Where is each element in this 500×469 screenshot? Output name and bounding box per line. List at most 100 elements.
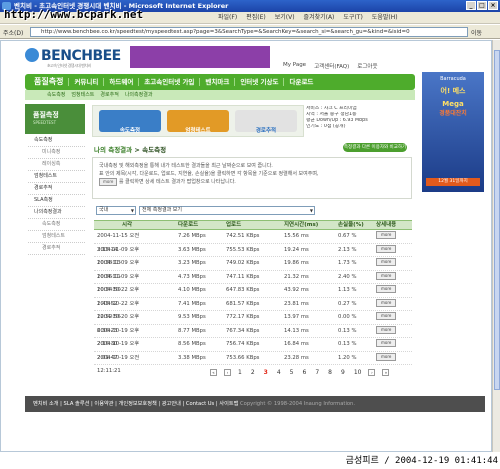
menu-file[interactable]: 파일(F) [218,12,237,24]
more-button[interactable]: more [376,258,397,266]
faq-link[interactable]: 고객센터(FAQ) [314,62,349,70]
more-button[interactable]: more [376,312,397,320]
cell-time: 2004-11-09 오후 10:34:50 [97,273,140,294]
description-line: more 를 클릭하면 상세 테스트 결과가 팝업창으로 나타납니다. [99,178,405,186]
more-button[interactable]: more [376,298,397,307]
menu-help[interactable]: 도움말(H) [372,12,398,24]
cell-download: 4.73 MBps [178,273,206,280]
description-line: 표 안의 제목(시각, 다운로드, 업로드, 지연율, 손실율)을 클릭하면 각… [99,171,319,177]
footer-links[interactable]: 벤치비 소개 | SLA 솔루션 | 이용약관 | 개인정보보호정책 | 광고안… [33,401,238,407]
page-link[interactable]: 10 [354,369,362,376]
page-link[interactable]: 5 [290,369,294,376]
cell-download: 7.26 MBps [178,233,206,239]
pagination: « ‹ 1 2 3 4 5 6 7 8 9 10 › » [210,369,390,376]
mypage-link[interactable]: My Page [283,62,306,70]
sidebar-subitem[interactable]: 미니측정 [28,147,85,159]
more-button[interactable]: more [376,285,397,293]
menu-view[interactable]: 보기(V) [275,12,295,24]
more-button[interactable]: more [376,271,397,280]
subnav-traceroute[interactable]: 경로추적 [100,90,118,100]
sidebar-subitem[interactable]: 레이싱측 [28,159,85,171]
nav-internet-signup[interactable]: 초고속인터넷 가입 [139,78,201,86]
sidebar-item[interactable]: SLA측정 [28,195,85,207]
menu-tools[interactable]: 도구(T) [343,12,362,24]
nav-internet-weather[interactable]: 인터넷 기상도 [235,78,285,86]
speedtest-shortcut[interactable]: 속도측정 [99,110,161,134]
page-title-text: 나의 측정결과 [94,146,133,154]
page-link[interactable]: 9 [341,369,345,376]
col-download[interactable]: 다운로드 [160,221,212,229]
cell-latency: 15.56 ms [284,233,309,239]
sidebar-item[interactable]: 속도측정 [28,135,85,147]
close-button[interactable]: × [488,1,498,10]
more-example-button: more [99,178,118,186]
more-button[interactable]: more [376,339,397,347]
side-ad-banner[interactable]: Barracuda 어! 메스 Mega 경품대잔치 12월 31일까지 [422,72,484,192]
traceroute-shortcut[interactable]: 경로추적 [235,110,297,134]
cell-upload: 747.11 KBps [226,273,260,280]
stresstest-shortcut[interactable]: 엄청테스트 [167,110,229,134]
table-row: 2004-10-20 오후 6:36:23 9.53 MBps 772.17 KBp… [94,311,412,334]
first-page-icon[interactable]: « [210,369,217,376]
vertical-scrollbar[interactable] [492,40,500,452]
go-button[interactable]: 이동 [471,28,482,37]
more-button[interactable]: more [376,352,397,361]
region-select[interactable]: 국내 [96,206,136,215]
page-link[interactable]: 1 [238,369,242,376]
page-link[interactable]: 8 [328,369,332,376]
cell-detail: more [370,244,412,257]
col-detail: 상세내용 [376,222,397,228]
more-button[interactable]: more [376,244,397,253]
cell-upload: 772.17 KBps [226,314,260,320]
description-line: 국내측정 및 해외측정을 통해 내가 테스트한 결과들을 최근 날짜순으로 보여… [99,163,273,169]
col-loss[interactable]: 손실율(%) [322,221,370,229]
cell-detail: more [370,298,412,311]
compare-button[interactable]: 측정결과 다른 이용자와 비교하기 [343,143,407,152]
address-input[interactable]: http://www.benchbee.co.kr/speedtest/mysp… [30,27,468,37]
cell-time: 2004-10-19 오후 2:16:30 [97,327,140,348]
period-select[interactable]: 전체 측정결과 보기 [139,206,315,215]
table-body: 2004-11-15 오전 3:13:14 7.26 MBps 742.51 KBp… [94,230,412,374]
cell-upload: 681.57 KBps [226,300,260,307]
nav-download[interactable]: 다운로드 [284,78,318,86]
sidebar-item[interactable]: 경로추적 [28,183,85,195]
subnav-stress[interactable]: 엄청테스트 [71,90,94,100]
cell-upload: 767.34 KBps [226,327,260,334]
minimize-button[interactable]: _ [466,1,476,10]
nav-speedtest[interactable]: 품질측정 [29,78,70,86]
menu-edit[interactable]: 편집(E) [246,12,266,24]
page-link[interactable]: 7 [315,369,319,376]
subnav-my-results[interactable]: 나의측정결과 [125,90,153,100]
last-page-icon[interactable]: » [382,369,390,376]
cell-latency: 14.13 ms [284,327,309,334]
description-text: 를 클릭하면 상세 테스트 결과가 팝업창으로 나타납니다. [118,179,236,185]
scrollbar-thumb[interactable] [494,50,500,390]
col-upload[interactable]: 업로드 [212,221,270,229]
page-link[interactable]: 4 [277,369,281,376]
more-button[interactable]: more [376,325,397,334]
sidebar-subitem[interactable]: 속도측정 [28,219,85,231]
sidebar-subitem[interactable]: 경로추적 [28,243,85,255]
page-link[interactable]: 6 [303,369,307,376]
page-link[interactable]: 2 [251,369,255,376]
nav-community[interactable]: 커뮤니티 [69,78,105,86]
footer-copyright: Copyright © 1998-2004 Inaung Information… [240,401,355,407]
more-button[interactable]: more [376,231,397,239]
subnav-speed[interactable]: 속도측정 [47,90,65,100]
maximize-button[interactable]: □ [477,1,487,10]
top-banner-ad[interactable] [130,46,270,68]
nav-hardware[interactable]: 하드웨어 [104,78,140,86]
col-latency[interactable]: 지연시간(ms) [270,221,322,229]
site-logo[interactable]: BENCHBEE 초고속 인터넷 경쟁시대 벤치비 [25,48,121,68]
prev-page-icon[interactable]: ‹ [224,369,231,376]
table-row: 2004-11-09 오후 10:36:11 3.23 MBps 749.02 KB… [94,257,412,280]
menu-favorites[interactable]: 즐겨찾기(A) [304,12,335,24]
col-time[interactable]: 시각 [94,221,160,229]
sidebar-subitem[interactable]: 엄청테스트 [28,231,85,243]
logout-link[interactable]: 로그아웃 [357,62,377,70]
nav-benchmark[interactable]: 벤치마크 [200,78,236,86]
sidebar-item[interactable]: 엄청테스트 [28,171,85,183]
sidebar-item[interactable]: 나의측정결과 [28,207,85,219]
page-link[interactable]: 3 [264,369,268,376]
next-page-icon[interactable]: › [368,369,376,376]
